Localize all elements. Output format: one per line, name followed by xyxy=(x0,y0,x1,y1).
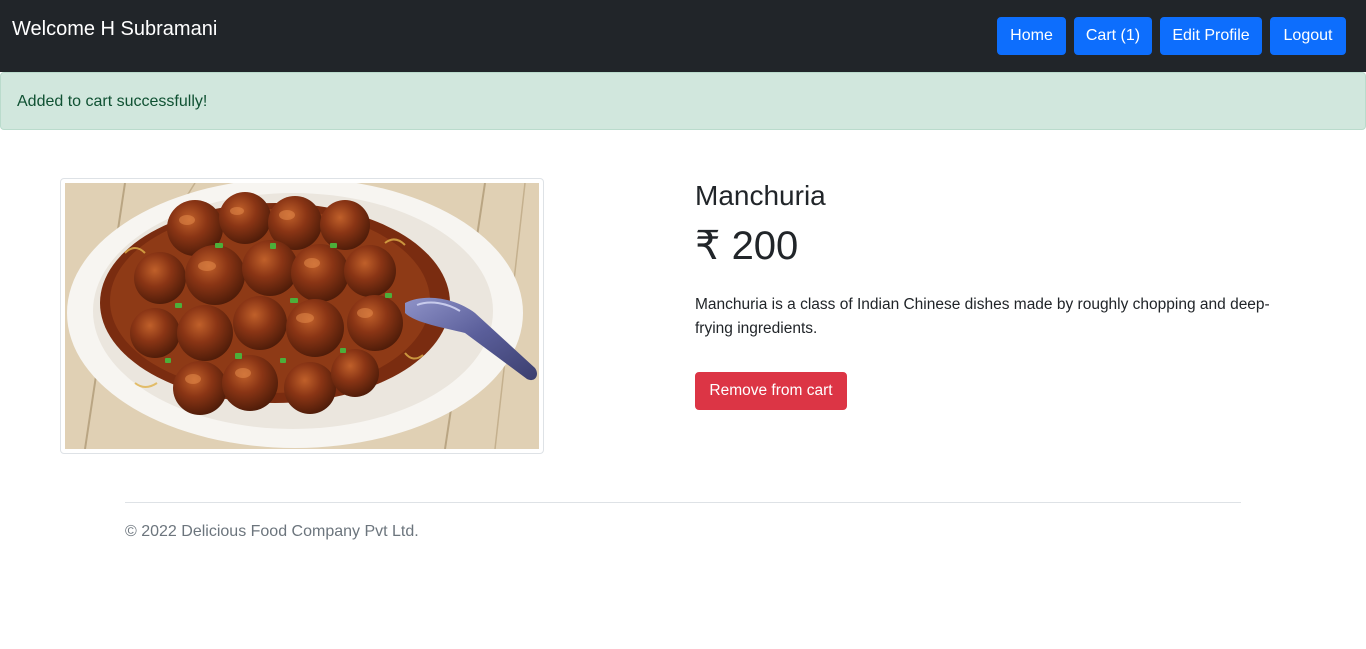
footer-copyright: © 2022 Delicious Food Company Pvt Ltd. xyxy=(125,523,419,540)
welcome-brand: Welcome H Subramani xyxy=(12,18,218,40)
manchuria-dish-illustration xyxy=(65,183,539,449)
product-price: ₹ 200 xyxy=(695,224,799,268)
footer-divider xyxy=(125,502,1241,503)
remove-from-cart-button[interactable]: Remove from cart xyxy=(695,372,847,410)
product-description: Manchuria is a class of Indian Chinese d… xyxy=(695,295,1270,337)
logout-button[interactable]: Logout xyxy=(1270,17,1346,55)
product-title: Manchuria xyxy=(695,180,826,211)
product-image xyxy=(60,178,544,454)
navbar: Welcome H Subramani Home Cart (1) Edit P… xyxy=(0,0,1366,72)
success-alert: Added to cart successfully! xyxy=(0,72,1366,130)
cart-button[interactable]: Cart (1) xyxy=(1074,17,1152,55)
home-button[interactable]: Home xyxy=(997,17,1066,55)
edit-profile-button[interactable]: Edit Profile xyxy=(1160,17,1262,55)
